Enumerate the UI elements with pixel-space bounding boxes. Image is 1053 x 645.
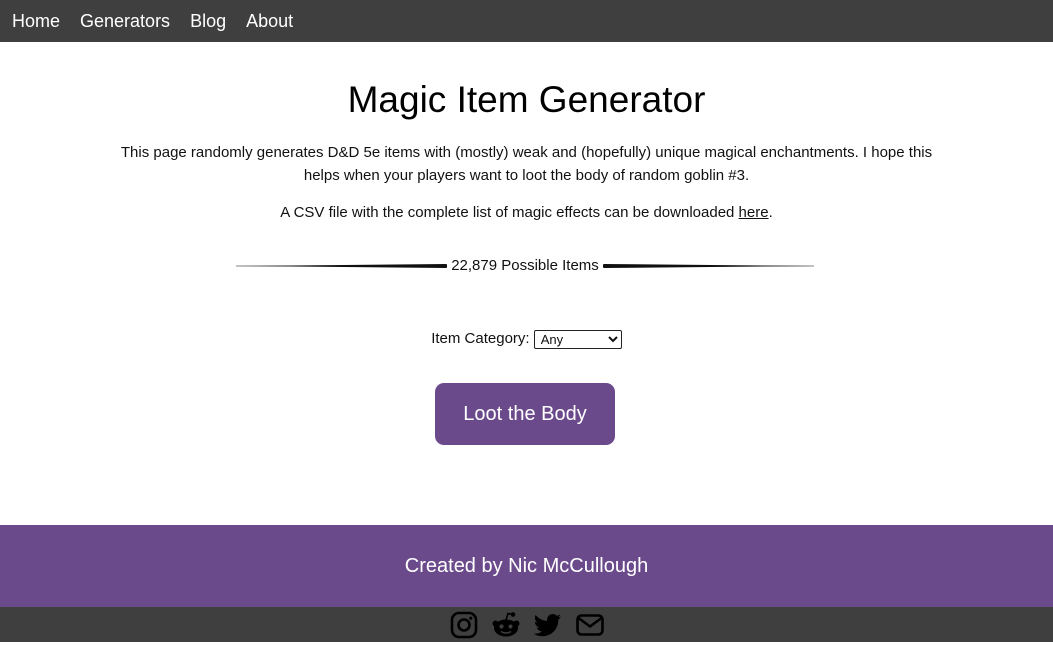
nav-home-link[interactable]: Home — [12, 0, 60, 42]
nav-generators-link[interactable]: Generators — [80, 0, 170, 42]
item-category-row: Item Category: Any — [0, 329, 1053, 349]
csv-download-link[interactable]: here — [739, 204, 769, 221]
main-content: Magic Item Generator This page randomly … — [0, 42, 1053, 525]
footer-credit: Created by Nic McCullough — [404, 554, 649, 577]
nav-blog-link[interactable]: Blog — [190, 0, 226, 42]
item-category-label: Item Category: — [431, 330, 530, 347]
footer: Created by Nic McCullough — [0, 525, 1053, 607]
twitter-icon[interactable] — [533, 610, 563, 640]
email-icon[interactable] — [575, 610, 605, 640]
possible-items-divider: 22,879 Possible Items — [236, 255, 814, 277]
intro-text: This page randomly generates D&D 5e item… — [120, 144, 933, 184]
csv-end: . — [768, 204, 773, 221]
reddit-icon[interactable] — [491, 610, 521, 640]
csv-download-line: A CSV file with the complete list of mag… — [0, 202, 1053, 224]
social-bar — [0, 607, 1053, 642]
csv-text: A CSV file with the complete list of mag… — [280, 204, 739, 221]
item-category-select[interactable]: Any — [533, 329, 622, 349]
nav-about-link[interactable]: About — [246, 0, 293, 42]
instagram-icon[interactable] — [449, 610, 479, 640]
loot-the-body-button[interactable]: Loot the Body — [435, 383, 615, 445]
top-navbar: Home Generators Blog About — [0, 0, 1053, 42]
page-title: Magic Item Generator — [347, 79, 706, 120]
possible-items-count: 22,879 Possible Items — [447, 257, 603, 274]
